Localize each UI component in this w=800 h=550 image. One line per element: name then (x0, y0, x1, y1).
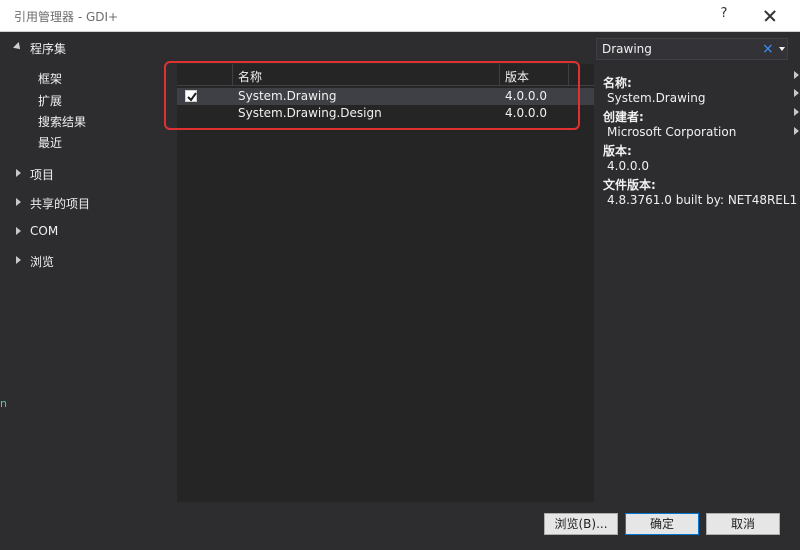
row-version: 4.0.0.0 (505, 89, 547, 103)
tree-item-recent[interactable]: 最近 (38, 134, 62, 150)
row-name: System.Drawing.Design (238, 106, 382, 120)
tree-item-extensions[interactable]: 扩展 (38, 92, 62, 108)
detail-creator-value: Microsoft Corporation (607, 125, 737, 139)
detail-name-value: System.Drawing (607, 91, 706, 105)
edge-arrow-icon (794, 108, 799, 116)
header-name-label: 名称 (238, 70, 263, 84)
header-version-column[interactable]: 版本 (500, 64, 569, 86)
ok-button[interactable]: 确定 (625, 513, 699, 535)
edge-arrow-icon (794, 71, 799, 79)
navigation-pane: 程序集 框架 扩展 搜索结果 最近 项目 共享的项目 COM 浏览 (0, 32, 176, 502)
table-row[interactable]: System.Drawing.Design 4.0.0.0 (177, 105, 594, 122)
list-header: 名称 版本 (177, 64, 594, 86)
tree-item-search-results[interactable]: 搜索结果 (38, 113, 86, 129)
cancel-button[interactable]: 取消 (706, 513, 780, 535)
tree-group-projects-label: 项目 (30, 168, 55, 182)
tree-assemblies-label: 程序集 (30, 42, 67, 56)
tree-group-browse-label: 浏览 (30, 255, 55, 269)
collapsed-triangle-icon (16, 198, 21, 206)
tree-item-framework[interactable]: 框架 (38, 70, 62, 86)
help-button[interactable]: ? (714, 6, 734, 26)
tree-group-com-label: COM (30, 224, 59, 238)
search-dropdown-icon[interactable] (779, 47, 785, 51)
header-version-label: 版本 (505, 70, 530, 84)
detail-file-version-value: 4.8.3761.0 built by: NET48REL1 (607, 193, 798, 207)
detail-version-label: 版本: (603, 144, 632, 158)
detail-file-version-label: 文件版本: (603, 178, 656, 192)
detail-creator-label: 创建者: (603, 110, 644, 124)
clear-search-icon[interactable]: × (762, 41, 774, 57)
reference-list[interactable]: 名称 版本 System.Drawing 4.0.0.0 System.Draw… (177, 64, 594, 502)
close-icon[interactable] (758, 4, 782, 28)
collapsed-triangle-icon (16, 169, 21, 177)
detail-name-label: 名称: (603, 76, 632, 90)
search-input[interactable]: Drawing × (596, 38, 788, 60)
checkmark-icon (187, 92, 197, 102)
search-input-value: Drawing (602, 42, 652, 56)
collapsed-triangle-icon (16, 256, 21, 264)
row-checkbox[interactable] (185, 90, 197, 102)
header-checkbox-column[interactable] (177, 64, 233, 86)
row-name: System.Drawing (238, 89, 337, 103)
tree-group-shared-projects-label: 共享的项目 (30, 197, 91, 211)
window-title: 引用管理器 - GDI+ (14, 10, 119, 24)
table-row[interactable]: System.Drawing 4.0.0.0 (177, 88, 594, 105)
browse-button[interactable]: 浏览(B)... (544, 513, 618, 535)
edge-text-fragment: n (0, 397, 7, 410)
header-name-column[interactable]: 名称 (233, 64, 500, 86)
edge-arrow-icon (794, 89, 799, 97)
row-version: 4.0.0.0 (505, 106, 547, 120)
collapsed-triangle-icon (16, 227, 21, 235)
title-bar: 引用管理器 - GDI+ ? (0, 0, 800, 32)
detail-version-value: 4.0.0.0 (607, 159, 649, 173)
edge-arrow-icon (794, 127, 799, 135)
expanded-triangle-icon (13, 42, 23, 52)
